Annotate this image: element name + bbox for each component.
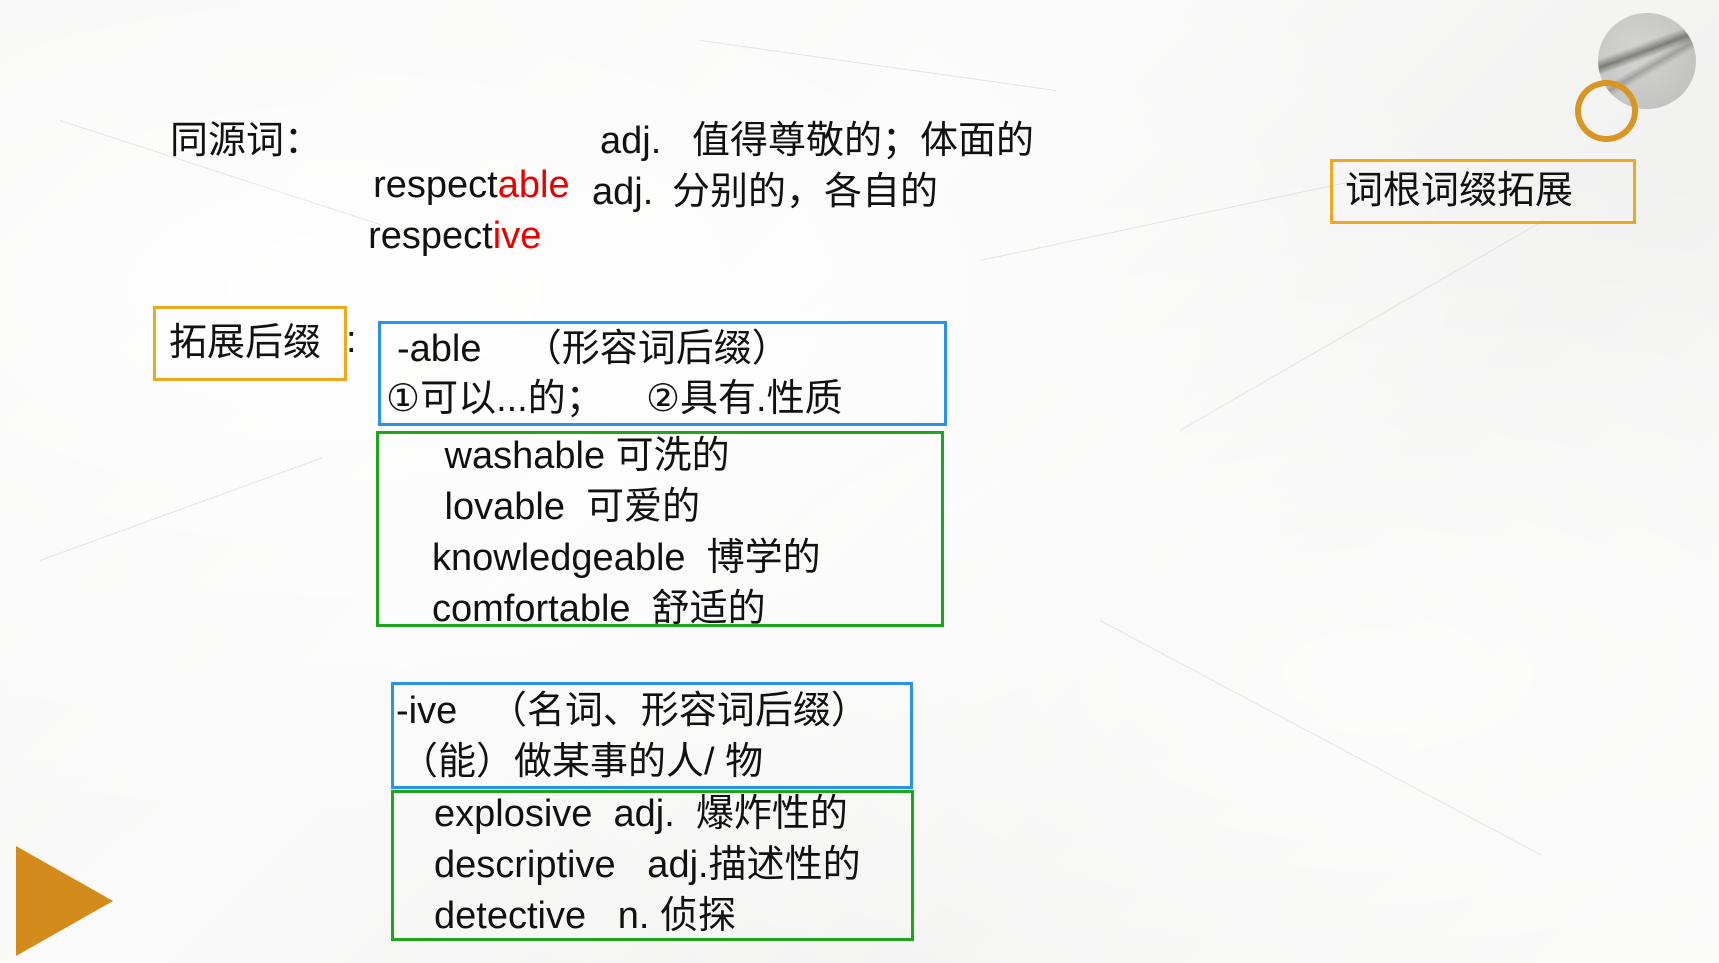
cognates-label: 同源词： — [170, 120, 323, 162]
example-item: lovable 可爱的 — [434, 486, 701, 528]
marble-vein — [1099, 620, 1542, 856]
example-item: explosive adj. 爆炸性的 — [434, 793, 848, 835]
example-item: descriptive adj.描述性的 — [434, 844, 861, 886]
suffix-able-meaning: ①可以...的； ②具有.性质 — [386, 378, 843, 420]
cognate-suffix-highlight: ive — [492, 215, 542, 257]
extend-suffix-label: 拓展后缀 — [169, 322, 322, 364]
topic-title: 词根词缀拓展 — [1345, 170, 1574, 212]
cognate-line-2: respective — [347, 170, 541, 258]
marble-vein — [39, 457, 323, 561]
example-item: detective n. 侦探 — [434, 895, 737, 937]
play-triangle-icon[interactable] — [16, 846, 113, 956]
marble-vein — [1179, 220, 1544, 431]
suffix-able-examples-box: washable 可洗的 lovable 可爱的 knowledgeable 博… — [376, 431, 944, 630]
suffix-ive-meaning: （能）做某事的人/ 物 — [400, 741, 764, 783]
suffix-ive-definition-box: -ive （名词、形容词后缀） （能）做某事的人/ 物 — [391, 682, 913, 789]
topic-title-badge: 词根词缀拓展 — [1330, 159, 1636, 224]
cognate-stem: respect — [368, 215, 493, 257]
example-item: washable 可洗的 — [434, 435, 730, 477]
cognate-meaning-2: 分别的，各自的 — [672, 171, 939, 213]
suffix-able-heading: -able （形容词后缀） — [397, 328, 790, 370]
example-item: knowledgeable 博学的 — [432, 537, 821, 579]
cognate-meaning-1: 值得尊敬的；体面的 — [692, 120, 1035, 162]
extend-suffix-colon: : — [346, 319, 357, 361]
suffix-able-definition-box: -able （形容词后缀） ①可以...的； ②具有.性质 — [378, 321, 947, 426]
suffix-ive-examples-box: explosive adj. 爆炸性的 descriptive adj.描述性的… — [391, 790, 914, 941]
gold-ring-decoration — [1575, 80, 1638, 142]
suffix-ive-heading: -ive （名词、形容词后缀） — [396, 690, 869, 732]
example-item: comfortable 舒适的 — [432, 588, 766, 630]
cognate-pos-2: adj. — [592, 171, 654, 213]
extend-suffix-label-box: 拓展后缀 — [153, 306, 347, 381]
cognate-pos-1: adj. — [600, 120, 662, 162]
marble-vein — [699, 40, 1057, 92]
